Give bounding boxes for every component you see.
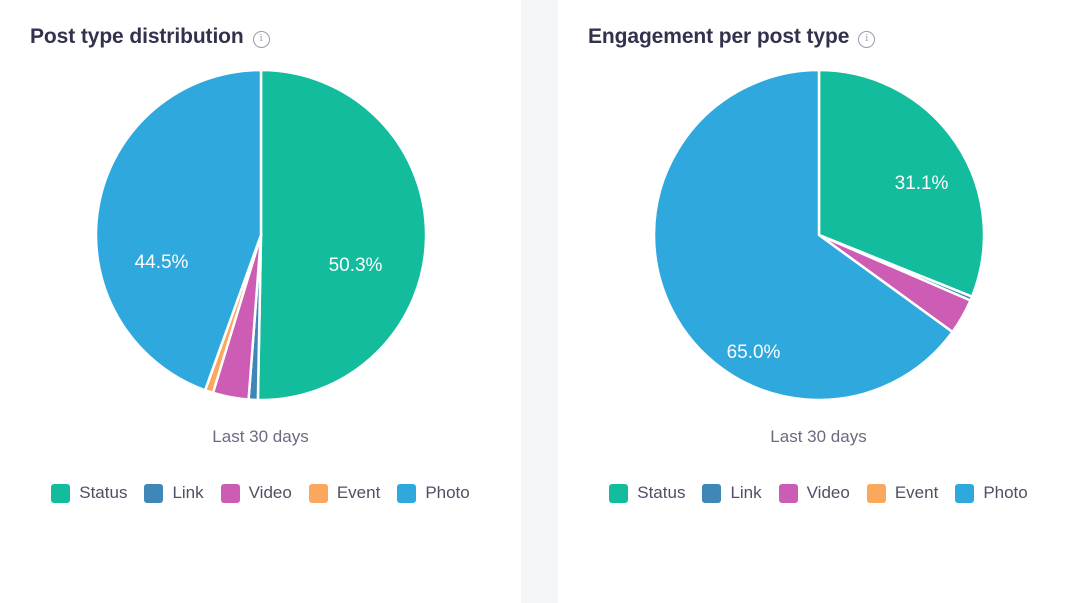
legend-swatch-icon [51, 483, 71, 503]
dashboard-charts-row: Post type distribution i 50.3% 44.5% Las… [0, 0, 1079, 603]
page-title: Post type distribution [30, 25, 244, 48]
legend-label: Event [336, 483, 381, 502]
card-header: Engagement per post type i [558, 0, 1079, 49]
legend-item-link[interactable]: Link [702, 483, 762, 503]
legend-label: Photo [425, 483, 470, 502]
pie-chart-post-type-distribution[interactable]: 50.3% 44.5% [94, 68, 427, 402]
info-icon[interactable]: i [252, 30, 270, 48]
legend-item-event[interactable]: Event [866, 483, 939, 503]
legend-item-event[interactable]: Event [308, 483, 381, 503]
legend-swatch-icon [778, 483, 798, 503]
card-divider [521, 0, 558, 603]
pie-slice-status[interactable] [256, 68, 427, 402]
legend-item-status[interactable]: Status [609, 483, 685, 503]
legend-item-video[interactable]: Video [778, 483, 850, 503]
legend-item-status[interactable]: Status [51, 483, 127, 503]
legend-item-video[interactable]: Video [220, 483, 292, 503]
legend-swatch-icon [144, 483, 164, 503]
card-header: Post type distribution i [0, 0, 521, 49]
legend-swatch-icon [220, 483, 240, 503]
legend-label: Video [806, 483, 850, 502]
card-post-type-distribution: Post type distribution i 50.3% 44.5% Las… [0, 0, 521, 603]
chart-legend: Status Link Video Event Photo [558, 483, 1079, 515]
legend-swatch-icon [308, 483, 328, 503]
pie-chart-engagement-per-post-type[interactable]: 31.1% 65.0% [652, 68, 985, 402]
legend-swatch-icon [609, 483, 629, 503]
pie-svg [652, 68, 985, 402]
info-icon[interactable]: i [858, 30, 876, 48]
legend-swatch-icon [955, 483, 975, 503]
legend-label: Status [637, 483, 686, 502]
card-engagement-per-post-type: Engagement per post type i 31.1% 65.0% L… [558, 0, 1079, 603]
legend-swatch-icon [397, 483, 417, 503]
legend-item-photo[interactable]: Photo [955, 483, 1028, 503]
legend-swatch-icon [702, 483, 722, 503]
chart-legend: Status Link Video Event Photo [0, 483, 521, 515]
pie-svg [94, 68, 427, 402]
legend-label: Photo [983, 483, 1028, 502]
legend-label: Link [172, 483, 204, 502]
chart-subtitle: Last 30 days [212, 427, 309, 446]
chart-area: 50.3% 44.5% [0, 49, 521, 421]
legend-item-link[interactable]: Link [144, 483, 204, 503]
legend-label: Event [894, 483, 939, 502]
chart-subtitle: Last 30 days [770, 427, 867, 446]
page-title: Engagement per post type [588, 25, 850, 48]
legend-swatch-icon [866, 483, 886, 503]
legend-label: Video [248, 483, 292, 502]
legend-label: Status [79, 483, 128, 502]
chart-area: 31.1% 65.0% [558, 49, 1079, 421]
legend-label: Link [730, 483, 762, 502]
legend-item-photo[interactable]: Photo [397, 483, 470, 503]
